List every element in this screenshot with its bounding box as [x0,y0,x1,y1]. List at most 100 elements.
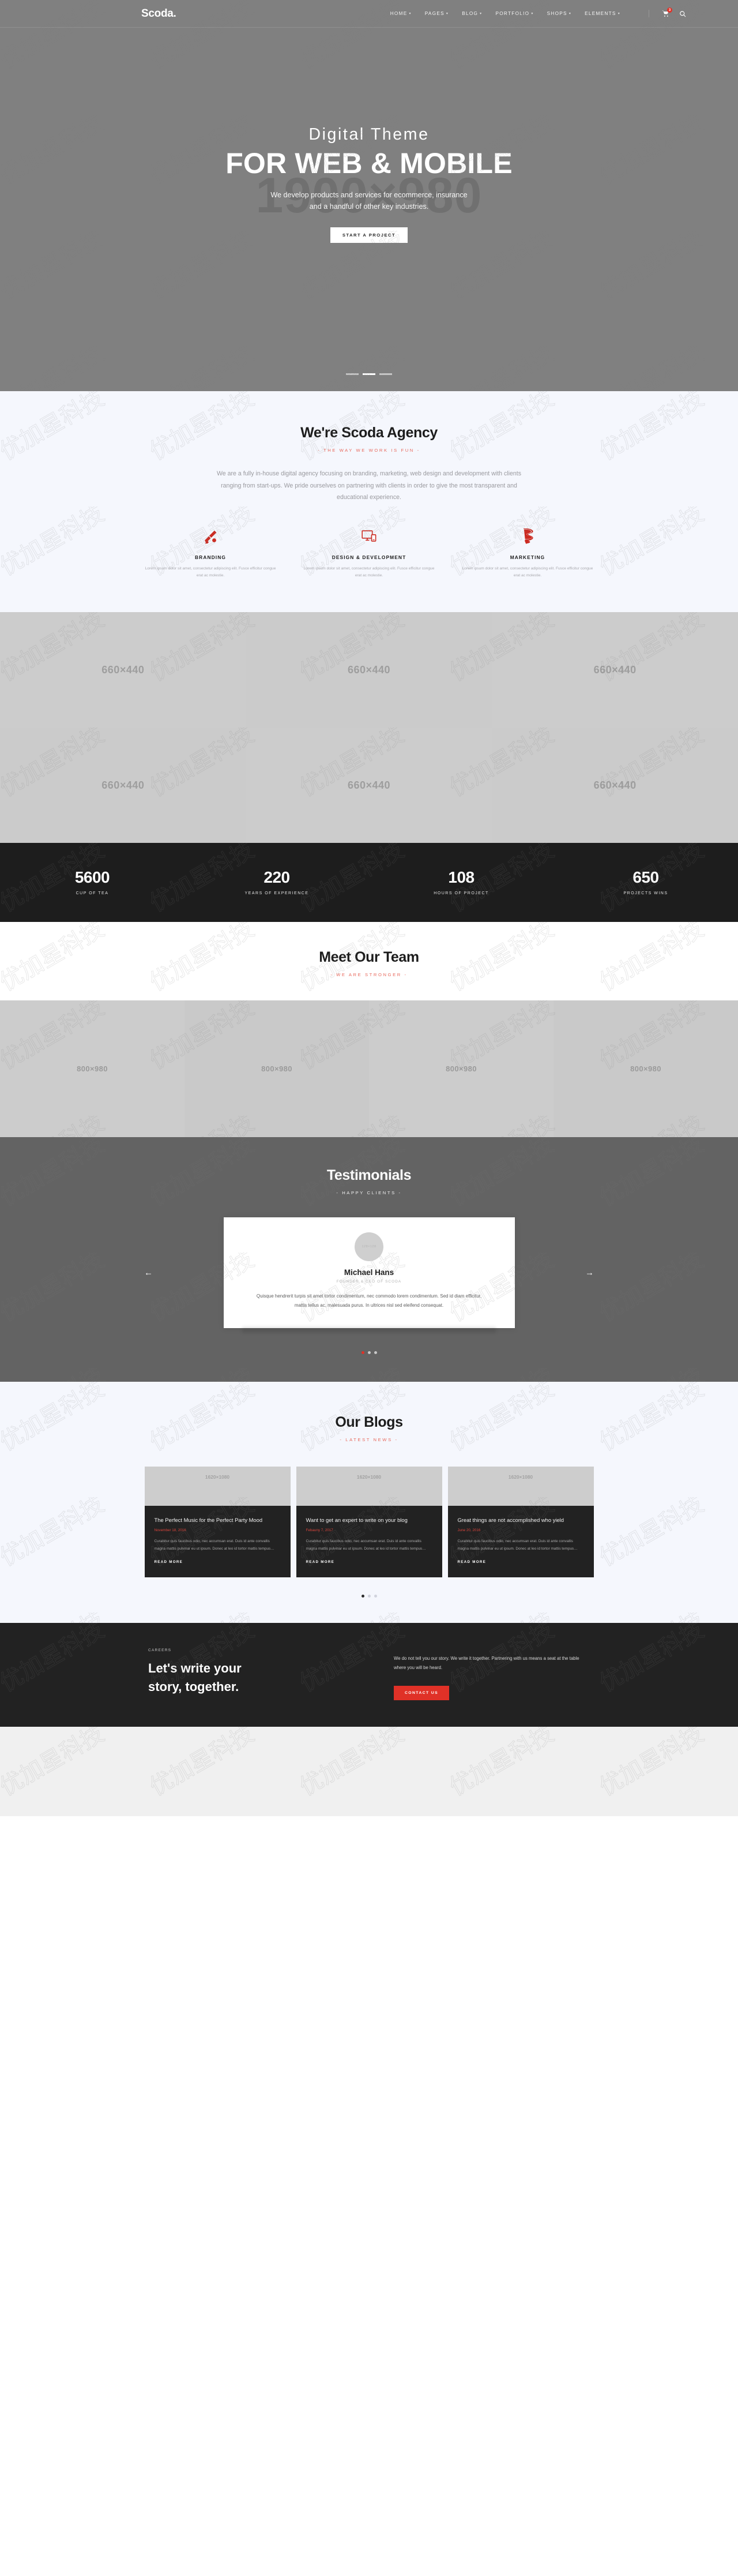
stat-number: 5600 [74,868,110,886]
site-header: Scoda. HOME ▾ PAGES ▾ BLOG ▾ PORTFOLIO ▾ [0,0,738,28]
blogs-heading: Our Blogs - LATEST NEWS - [0,1414,738,1442]
megaphone-ribbon-icon [461,527,594,546]
brand-logo[interactable]: Scoda. [141,8,176,20]
chevron-down-icon: ▾ [409,12,412,16]
hero-description-line1: We develop products and services for eco… [270,190,468,199]
hero-section: 1900×980 Scoda. HOME ▾ PAGES ▾ BLOG ▾ PO… [0,0,738,391]
testimonial-author-role: FOUNDER & CEO OF SCODA [336,1280,402,1284]
team-member[interactable]: 800×980 [0,1000,184,1137]
stat-number: 220 [263,868,290,886]
nav-item-pages[interactable]: PAGES ▾ [425,11,449,16]
service-description: Lorem ipsum dolor sit amet, consectetur … [303,566,435,578]
about-title: We're Scoda Agency [300,425,438,441]
blog-card[interactable]: 1620×1080 The Perfect Music for the Perf… [144,1466,291,1578]
testimonial-dot-2[interactable] [367,1351,371,1354]
portfolio-item[interactable]: 660×440 [492,612,738,728]
team-member[interactable]: 800×980 [369,1000,554,1137]
cta-title: Let's write your story, together. [148,1659,338,1695]
hero-slide-dot-2[interactable] [363,373,375,375]
nav-item-portfolio[interactable]: PORTFOLIO ▾ [495,11,533,16]
service-marketing[interactable]: MARKETING Lorem ipsum dolor sit amet, co… [449,527,607,580]
header-actions: 3 [649,8,686,17]
team-grid: 800×980 800×980 800×980 800×980 [0,1000,738,1137]
blogs-section: Our Blogs - LATEST NEWS - 1620×1080 The … [0,1381,738,1623]
portfolio-item[interactable]: 660×440 [0,728,246,843]
service-title: MARKETING [510,554,545,560]
team-title: Meet Our Team [319,949,419,965]
hero-title: FOR WEB & MOBILE [225,147,513,179]
contact-us-button[interactable]: CONTACT US [394,1685,450,1700]
arrow-right-icon[interactable]: → [585,1268,594,1277]
portfolio-item[interactable]: 660×440 [246,612,492,728]
careers-cta-section: CAREERS Let's write your story, together… [0,1623,738,1727]
blog-dot-3[interactable] [374,1595,377,1598]
blog-body: Great things are not accomplished who yi… [448,1506,594,1578]
nav-label: SHOPS [547,11,567,16]
nav-label: PAGES [424,11,445,16]
nav-item-home[interactable]: HOME ▾ [390,11,412,16]
blog-body: The Perfect Music for the Perfect Party … [145,1506,291,1578]
blogs-kicker: - LATEST NEWS - [340,1437,398,1442]
stat-label: PROJECTS WINS [623,891,668,895]
blog-pagination [0,1595,738,1598]
stat-label: YEARS OF EXPERIENCE [244,891,309,895]
nav-item-elements[interactable]: ELEMENTS ▾ [585,11,620,16]
hero-slide-dot-1[interactable] [346,373,359,375]
chevron-down-icon: ▾ [446,12,449,16]
testimonial-dot-1[interactable] [361,1351,364,1354]
blog-date: November 18, 2016 [154,1528,186,1533]
read-more-link[interactable]: READ MORE [306,1560,335,1564]
service-branding[interactable]: BRANDING Lorem ipsum dolor sit amet, con… [131,527,290,580]
nav-label: HOME [390,11,408,16]
hero-slider-pagination [0,373,738,375]
testimonial-author-name: Michael Hans [344,1268,394,1277]
main-navigation: HOME ▾ PAGES ▾ BLOG ▾ PORTFOLIO ▾ SHOPS [390,8,686,17]
portfolio-item[interactable]: 660×440 [246,728,492,843]
hero-description-line2: and a handful of other key industries. [309,203,429,211]
responsive-devices-icon [303,527,436,546]
blog-dot-1[interactable] [361,1595,364,1598]
arrow-left-icon[interactable]: ← [144,1268,153,1277]
blog-date: Febauny 7, 2017 [306,1528,333,1533]
blog-dot-2[interactable] [367,1595,371,1598]
chevron-down-icon: ▾ [531,12,534,16]
hero-description: We develop products and services for eco… [225,189,513,213]
read-more-link[interactable]: READ MORE [458,1560,487,1564]
read-more-link[interactable]: READ MORE [155,1560,183,1564]
services-list: BRANDING Lorem ipsum dolor sit amet, con… [0,527,738,580]
start-a-project-button[interactable]: START A PROJECT [330,227,408,243]
service-title: DESIGN & DEVELOPMENT [332,554,406,560]
blog-card[interactable]: 1620×1080 Want to get an expert to write… [296,1466,442,1578]
service-design-development[interactable]: DESIGN & DEVELOPMENT Lorem ipsum dolor s… [290,527,449,580]
testimonial-carousel: ← 128×128 Michael Hans FOUNDER & CEO OF … [0,1217,738,1333]
search-icon[interactable] [679,10,686,17]
testimonial-pagination [0,1351,738,1354]
nav-item-blog[interactable]: BLOG ▾ [462,11,482,16]
hero-slide-dot-3[interactable] [379,373,392,375]
nav-item-shops[interactable]: SHOPS ▾ [547,11,571,16]
shopping-cart-icon[interactable]: 3 [662,8,672,17]
service-description: Lorem ipsum dolor sit amet, consectetur … [145,566,276,578]
blog-date: June 20, 2016 [457,1528,481,1533]
about-description: We are a fully in-house digital agency f… [216,470,522,501]
stat-label: HOURS OF PROJECT [434,891,489,895]
blog-card[interactable]: 1620×1080 Great things are not accomplis… [447,1466,594,1578]
chevron-down-icon: ▾ [568,12,572,16]
testimonial-quote: Quisque hendrerit turpis sit amet tortor… [256,1293,482,1308]
blog-title: The Perfect Music for the Perfect Party … [154,1516,263,1523]
avatar: 128×128 [355,1232,383,1261]
cta-right: We do not tell you our story. We write i… [394,1648,590,1700]
team-member[interactable]: 800×980 [184,1000,369,1137]
blog-title: Great things are not accomplished who yi… [457,1516,564,1523]
testimonial-dot-3[interactable] [374,1351,377,1354]
testimonials-kicker: - HAPPY CLIENTS - [336,1190,402,1195]
service-description: Lorem ipsum dolor sit amet, consectetur … [462,566,593,578]
portfolio-item[interactable]: 660×440 [492,728,738,843]
blog-excerpt: Curabitur quis faucibus odio, nec accums… [306,1539,426,1551]
nav-label: PORTFOLIO [495,11,530,16]
team-kicker: - WE ARE STRONGER - [330,972,408,977]
stat-projects-wins: 650 PROJECTS WINS [554,868,738,895]
portfolio-item[interactable]: 660×440 [0,612,246,728]
team-member[interactable]: 800×980 [554,1000,738,1137]
chevron-down-icon: ▾ [617,12,620,16]
